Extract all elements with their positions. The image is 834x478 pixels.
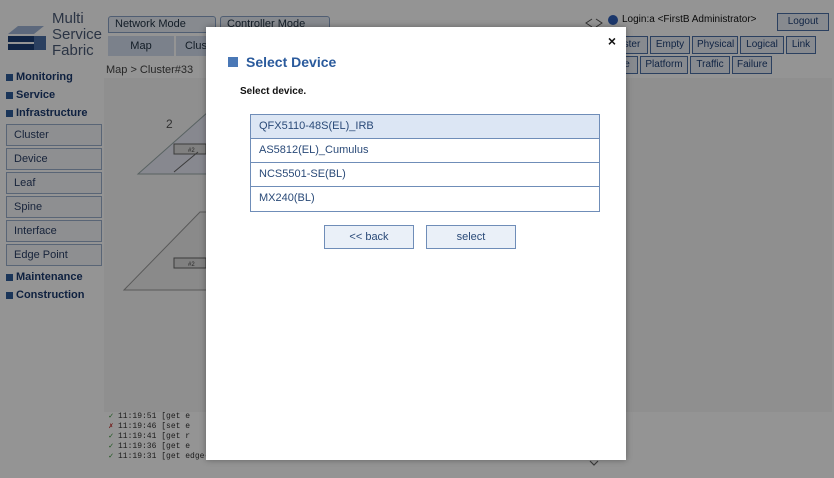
device-list: QFX5110-48S(EL)_IRB AS5812(EL)_Cumulus N… [250, 114, 600, 212]
dialog-title-text: Select Device [246, 54, 337, 70]
device-option[interactable]: QFX5110-48S(EL)_IRB [251, 115, 599, 139]
dialog-instruction: Select device. [240, 86, 307, 97]
device-option[interactable]: AS5812(EL)_Cumulus [251, 139, 599, 163]
select-button[interactable]: select [426, 225, 516, 249]
dialog-title: Select Device [228, 54, 336, 70]
title-square-icon [228, 57, 238, 67]
close-icon[interactable]: × [608, 33, 616, 49]
select-device-dialog: × Select Device Select device. QFX5110-4… [206, 27, 626, 460]
device-option[interactable]: NCS5501-SE(BL) [251, 163, 599, 187]
device-option[interactable]: MX240(BL) [251, 187, 599, 211]
back-button[interactable]: << back [324, 225, 414, 249]
